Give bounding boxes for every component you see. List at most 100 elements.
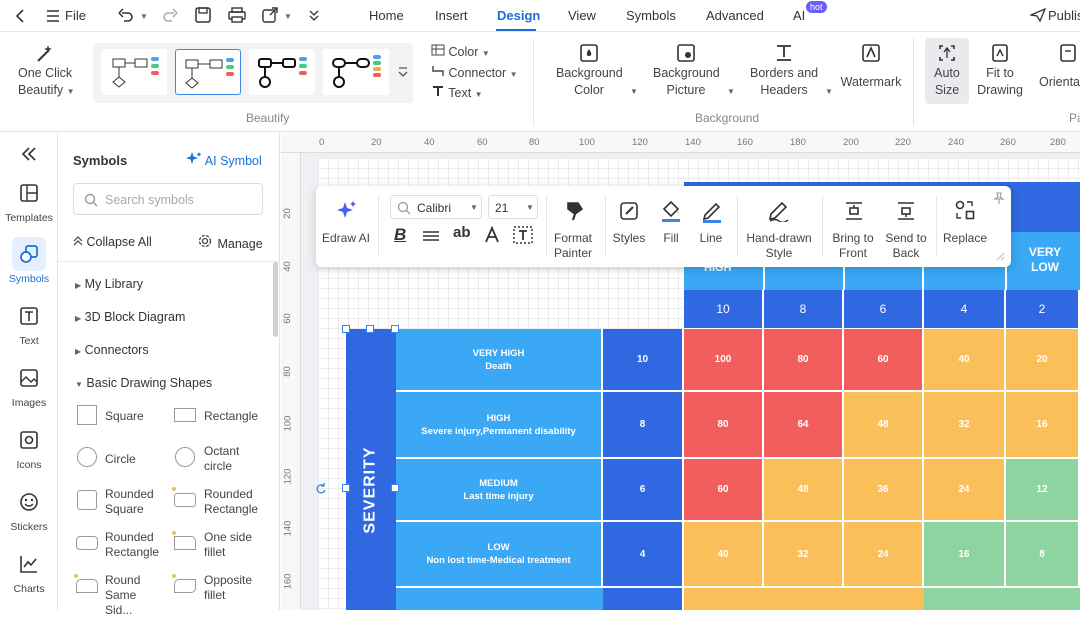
selection-handle[interactable] (342, 325, 350, 333)
back-arrow-icon[interactable] (14, 9, 26, 23)
one-side-fillet-shape[interactable] (174, 536, 196, 550)
size-label: Size (934, 83, 960, 97)
color-dropdown[interactable]: Color ▼ (431, 44, 490, 59)
tab-home[interactable]: Home (369, 8, 404, 23)
risk-cell: 40 (684, 522, 764, 588)
rounded-rectangle-2-shape[interactable] (76, 536, 98, 550)
watermark-button[interactable]: Watermark (840, 74, 902, 91)
selection-handle[interactable] (391, 484, 399, 492)
opposite-fillet-shape[interactable] (174, 579, 196, 593)
background-picture-dropdown-icon[interactable]: ▼ (727, 87, 735, 96)
hand-drawn-style-button[interactable]: Hand-drawn Style (744, 231, 814, 261)
tab-symbols[interactable]: Symbols (626, 8, 676, 23)
beautify-style-1[interactable] (101, 49, 167, 95)
rectangle-shape[interactable] (174, 408, 196, 422)
print-icon[interactable] (228, 7, 246, 23)
text-box-dashed-icon[interactable] (512, 225, 534, 245)
send-to-back-button[interactable]: Send to Back (882, 231, 930, 261)
rotate-handle-icon[interactable] (315, 483, 327, 495)
tab-ai[interactable]: AI (793, 8, 805, 23)
rail-charts[interactable]: Charts (0, 547, 58, 595)
tab-insert[interactable]: Insert (435, 8, 468, 23)
edraw-ai-button[interactable]: Edraw AI (320, 231, 372, 246)
category-basic-drawing-shapes[interactable]: ▼ Basic Drawing Shapes (75, 376, 212, 390)
export-icon[interactable] (262, 7, 278, 23)
replace-button[interactable]: Replace (942, 231, 988, 246)
styles-button[interactable]: Styles (609, 231, 649, 246)
left-navigation-rail: Templates Symbols Text Images Icons Stic… (0, 133, 58, 610)
font-color-icon[interactable] (483, 226, 501, 244)
strikethrough-icon[interactable] (421, 228, 441, 244)
borders-dropdown-icon[interactable]: ▼ (825, 87, 833, 96)
one-click-beautify-button[interactable]: One Click Beautify ▼ (18, 65, 75, 100)
rail-text[interactable]: Text (0, 299, 58, 347)
collapse-all-button[interactable]: Collapse All (73, 235, 152, 249)
octant-circle-shape[interactable] (175, 447, 195, 467)
beautify-style-4[interactable] (323, 49, 389, 95)
bring-to-front-button[interactable]: Bring to Front (828, 231, 878, 261)
rail-icons[interactable]: Icons (0, 423, 58, 471)
tab-view[interactable]: View (568, 8, 596, 23)
panel-scrollbar[interactable] (273, 262, 278, 337)
rail-images[interactable]: Images (0, 361, 58, 409)
ruler-tick: 40 (281, 261, 293, 272)
menu-icon[interactable] (46, 9, 60, 23)
rounded-square-shape[interactable] (77, 490, 97, 510)
selection-handle[interactable] (342, 484, 350, 492)
tab-design[interactable]: Design (497, 8, 540, 23)
beautify-style-3[interactable] (249, 49, 315, 95)
gallery-expand-icon[interactable] (398, 67, 408, 79)
rail-symbols[interactable]: Symbols (0, 237, 58, 285)
font-size-select[interactable]: 21 ▼ (488, 195, 538, 219)
search-symbols-input[interactable]: Search symbols (73, 183, 263, 215)
rounded-rectangle-shape[interactable] (174, 493, 196, 507)
redo-icon[interactable] (162, 8, 178, 22)
undo-icon[interactable] (118, 8, 134, 22)
text-case-icon[interactable]: ab (453, 224, 471, 241)
undo-dropdown-icon[interactable]: ▼ (140, 12, 148, 21)
line-button[interactable]: Line (696, 231, 726, 246)
connector-dropdown[interactable]: Connector ▼ (431, 65, 518, 80)
more-chevron-icon[interactable] (308, 9, 320, 21)
selection-handle[interactable] (366, 325, 374, 333)
borders-headers-button[interactable]: Borders and Headers (750, 65, 818, 99)
tab-advanced[interactable]: Advanced (706, 8, 764, 23)
auto-size-button[interactable]: Auto Size (925, 38, 969, 104)
send-icon[interactable] (1030, 8, 1046, 22)
fill-button[interactable]: Fill (656, 231, 686, 246)
export-dropdown-icon[interactable]: ▼ (284, 12, 292, 21)
background-color-button[interactable]: Background Color (556, 65, 623, 99)
text-dropdown[interactable]: Text ▼ (431, 85, 483, 100)
font-family-select[interactable]: Calibri ▼ (390, 195, 482, 219)
category-connectors[interactable]: ▶ Connectors (75, 343, 149, 357)
background-color-dropdown-icon[interactable]: ▼ (630, 87, 638, 96)
file-menu[interactable]: File (65, 8, 86, 23)
save-icon[interactable] (195, 7, 211, 23)
risk-cell: 24 (924, 459, 1006, 522)
publish-button[interactable]: Publis (1048, 8, 1080, 23)
pin-icon[interactable] (993, 192, 1005, 204)
manage-button[interactable]: Manage (198, 234, 263, 251)
circle-shape[interactable] (77, 447, 97, 467)
selection-handle[interactable] (391, 325, 399, 333)
fit-to-drawing-button[interactable]: Fit to Drawing (972, 65, 1028, 99)
beautify-style-2[interactable] (175, 49, 241, 95)
likelihood-value: 4 (924, 290, 1006, 330)
category-my-library[interactable]: ▶ My Library (75, 277, 143, 291)
rail-stickers[interactable]: Stickers (0, 485, 58, 533)
ai-symbol-button[interactable]: AI Symbol (186, 151, 262, 168)
rail-templates[interactable]: Templates (0, 176, 58, 224)
likelihood-value: 2 (1006, 290, 1080, 330)
design-ribbon: One Click Beautify ▼ Beautify Color ▼ Co… (0, 32, 1080, 132)
collapse-all-label: Collapse All (86, 235, 152, 249)
bold-underline-icon[interactable]: B (394, 225, 406, 245)
background-picture-button[interactable]: Background Picture (653, 65, 720, 99)
resize-corner-icon[interactable] (995, 251, 1005, 261)
round-same-side-shape[interactable] (76, 579, 98, 593)
collapse-panel-icon[interactable] (20, 146, 38, 162)
severity-label: SEVERITY (362, 446, 380, 534)
orientation-button[interactable]: Orientat (1039, 74, 1080, 91)
category-3d-block-diagram[interactable]: ▶ 3D Block Diagram (75, 310, 185, 324)
square-shape[interactable] (77, 405, 97, 425)
format-painter-button[interactable]: Format Painter (548, 231, 598, 261)
